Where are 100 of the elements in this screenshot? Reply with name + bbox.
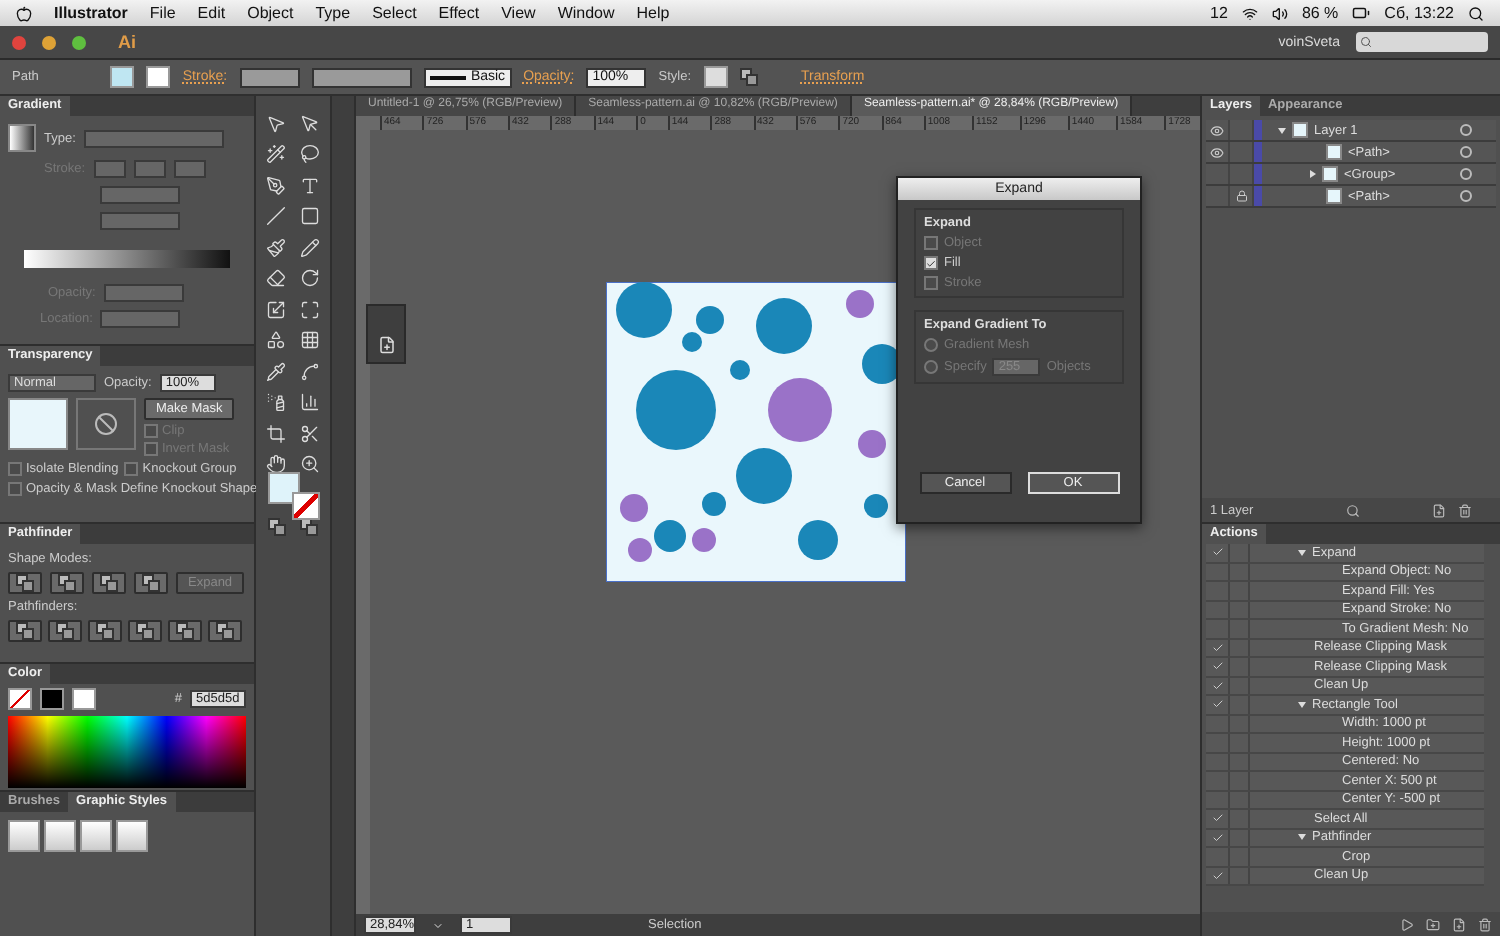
disclosure-triangle-icon[interactable]: [1278, 127, 1286, 133]
apple-logo-icon[interactable]: [16, 5, 32, 21]
menu-item[interactable]: File: [149, 4, 176, 22]
eraser-icon[interactable]: [266, 268, 287, 289]
menu-item[interactable]: Effect: [438, 4, 480, 22]
menu-item[interactable]: Edit: [197, 4, 226, 22]
free-transform-icon[interactable]: [299, 299, 320, 320]
checkbox[interactable]: [8, 482, 22, 496]
play-icon[interactable]: [1400, 917, 1414, 931]
search-field[interactable]: [1356, 32, 1488, 52]
visibility-toggle[interactable]: [1206, 120, 1230, 140]
lasso-icon[interactable]: [299, 144, 320, 165]
shape-mode-button[interactable]: [50, 572, 84, 594]
target-circle-icon[interactable]: [1460, 168, 1472, 180]
overlap-squares-icon: [16, 622, 34, 640]
stroke-weight-field[interactable]: [239, 67, 300, 87]
arrow-pointer-icon[interactable]: [299, 113, 320, 134]
disclosure-triangle-icon[interactable]: [1298, 701, 1306, 708]
mesh-grid-icon[interactable]: [299, 330, 320, 351]
speaker-icon[interactable]: [1271, 5, 1288, 21]
window-minimize-button[interactable]: [42, 35, 56, 49]
rotate-icon[interactable]: [299, 268, 320, 289]
stroke-swatch[interactable]: [146, 66, 171, 88]
pencil-icon[interactable]: [299, 237, 320, 258]
rectangle-icon[interactable]: [299, 206, 320, 227]
shape-mode-button[interactable]: [92, 572, 126, 594]
zoom-icon[interactable]: [299, 454, 320, 475]
menu-item[interactable]: Type: [315, 4, 351, 22]
trash-icon[interactable]: [1478, 917, 1492, 931]
pathfinder-button[interactable]: [8, 620, 42, 642]
clock[interactable]: Сб, 13:22: [1384, 4, 1454, 22]
variable-width-dropdown[interactable]: [311, 67, 412, 87]
eye-icon: [1210, 145, 1224, 159]
panel-icon[interactable]: [377, 336, 395, 354]
menu-item[interactable]: Illustrator: [54, 4, 128, 22]
trash-icon[interactable]: [1457, 503, 1472, 517]
fill-swatch[interactable]: [110, 66, 135, 88]
default-stroke-swatch[interactable]: [72, 688, 96, 710]
new-layer-icon[interactable]: [1431, 503, 1446, 517]
shape-mode-button[interactable]: [134, 572, 168, 594]
checkbox[interactable]: [924, 256, 938, 270]
brush-icon[interactable]: [266, 237, 287, 258]
wifi-icon[interactable]: [1241, 5, 1258, 21]
graphic-style-tile[interactable]: [8, 820, 40, 852]
scale-icon[interactable]: [266, 299, 287, 320]
visibility-toggle[interactable]: [1206, 142, 1230, 162]
pathfinder-button[interactable]: [88, 620, 122, 642]
window-zoom-button[interactable]: [72, 35, 86, 49]
hand-icon[interactable]: [266, 454, 287, 475]
menu-item[interactable]: View: [501, 4, 536, 22]
eyedropper-icon[interactable]: [266, 361, 287, 382]
target-circle-icon[interactable]: [1460, 190, 1472, 202]
new-set-icon[interactable]: [1426, 917, 1440, 931]
opacity-field[interactable]: [103, 284, 184, 302]
bar-chart-icon[interactable]: [299, 392, 320, 413]
target-circle-icon[interactable]: [1460, 124, 1472, 136]
pathfinder-button[interactable]: [168, 620, 202, 642]
gradient-swatch[interactable]: [8, 124, 36, 152]
pathfinder-button[interactable]: [128, 620, 162, 642]
location-field[interactable]: [100, 310, 181, 328]
line-icon[interactable]: [266, 206, 287, 227]
pathfinder-button[interactable]: [208, 620, 242, 642]
aspect-field[interactable]: [100, 212, 180, 230]
pen-icon[interactable]: [266, 175, 287, 196]
checkbox[interactable]: [124, 462, 139, 476]
wand-icon[interactable]: [266, 144, 287, 165]
overlap-squares-icon: [739, 68, 758, 86]
overlap-squares-icon: [176, 622, 194, 640]
text-tool-icon[interactable]: [299, 175, 320, 196]
menu-item[interactable]: Select: [372, 4, 417, 22]
default-fill-swatch[interactable]: [40, 688, 64, 710]
search-icon[interactable]: [1468, 5, 1484, 21]
overlap-squares-icon: [56, 622, 74, 640]
new-action-icon[interactable]: [1452, 917, 1466, 931]
angle-field[interactable]: [100, 186, 180, 204]
style-swatch[interactable]: [703, 66, 728, 88]
lock-icon: [1235, 190, 1247, 202]
graphic-style-tile[interactable]: [44, 820, 76, 852]
crop-icon[interactable]: [266, 423, 287, 444]
color-spectrum[interactable]: [8, 716, 246, 788]
menu-item[interactable]: Object: [247, 4, 294, 22]
disclosure-triangle-icon[interactable]: [1298, 834, 1306, 841]
menu-item[interactable]: Help: [636, 4, 670, 22]
graphic-style-tile[interactable]: [116, 820, 148, 852]
graphic-style-tile[interactable]: [80, 820, 112, 852]
menu-item[interactable]: Window: [557, 4, 615, 22]
shapes-icon[interactable]: [266, 330, 287, 351]
disclosure-triangle-icon[interactable]: [1298, 549, 1306, 556]
battery-icon[interactable]: [1352, 4, 1371, 22]
none-swatch[interactable]: [8, 688, 32, 710]
shape-mode-button[interactable]: [8, 572, 42, 594]
pointer-icon[interactable]: [266, 113, 287, 134]
fill-stroke-swatches[interactable]: [267, 471, 319, 520]
disclosure-triangle-icon[interactable]: [1310, 170, 1316, 178]
scissors-icon[interactable]: [299, 423, 320, 444]
blend-icon[interactable]: [299, 361, 320, 382]
chevron-down-icon[interactable]: [432, 919, 444, 931]
pathfinder-button[interactable]: [48, 620, 82, 642]
target-circle-icon[interactable]: [1460, 146, 1472, 158]
checkbox[interactable]: [8, 462, 22, 476]
